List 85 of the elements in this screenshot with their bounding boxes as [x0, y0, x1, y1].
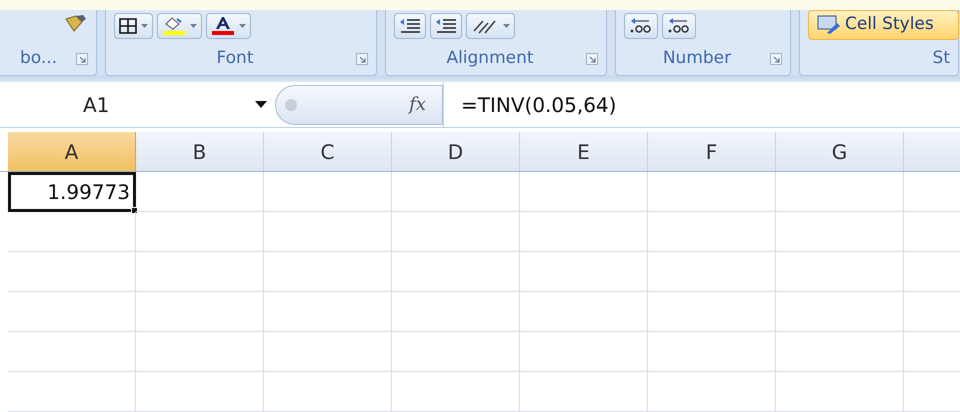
table-cell[interactable] — [648, 332, 776, 372]
table-cell[interactable] — [8, 292, 136, 332]
table-cell[interactable] — [776, 172, 904, 212]
formula-field[interactable]: =TINV(0.05,64) — [443, 82, 960, 127]
table-cell[interactable] — [392, 252, 520, 292]
caret-icon — [190, 24, 197, 28]
name-box[interactable]: A1 — [0, 82, 275, 127]
table-cell[interactable] — [136, 372, 264, 412]
table-cell[interactable] — [136, 292, 264, 332]
table-cell[interactable] — [392, 292, 520, 332]
dialog-launcher-icon[interactable] — [586, 52, 598, 64]
group-label: St — [932, 46, 950, 70]
column-header[interactable]: A — [8, 132, 136, 171]
sizing-handle-icon[interactable] — [284, 98, 298, 112]
decrease-indent-button[interactable] — [394, 13, 426, 39]
group-label: Alignment — [445, 46, 535, 70]
table-cell[interactable] — [648, 252, 776, 292]
column-header[interactable]: B — [136, 132, 264, 171]
table-cell[interactable] — [264, 212, 392, 252]
table-cell[interactable] — [776, 212, 904, 252]
group-label: bo... — [18, 46, 58, 70]
orientation-button[interactable] — [466, 13, 515, 39]
table-cell[interactable] — [392, 172, 520, 212]
table-cell[interactable] — [264, 172, 392, 212]
table-cell[interactable] — [136, 252, 264, 292]
table-cell[interactable] — [520, 212, 648, 252]
table-cell[interactable] — [648, 372, 776, 412]
fill-bucket-icon — [162, 16, 186, 36]
table-cell[interactable] — [776, 292, 904, 332]
table-cell[interactable] — [520, 172, 648, 212]
increase-decimal-button[interactable] — [624, 13, 658, 39]
table-cell[interactable] — [392, 332, 520, 372]
table-cell[interactable] — [392, 212, 520, 252]
table-cell[interactable] — [520, 252, 648, 292]
table-cell[interactable] — [136, 172, 264, 212]
column-header[interactable]: F — [648, 132, 776, 171]
group-label: Font — [215, 46, 254, 70]
table-cell[interactable] — [520, 332, 648, 372]
caret-icon — [503, 24, 510, 28]
borders-button[interactable] — [114, 13, 153, 39]
table-cell[interactable]: 1.99773 — [8, 172, 136, 212]
table-cell[interactable] — [648, 172, 776, 212]
group-label: Number — [662, 46, 732, 70]
increase-indent-button[interactable] — [430, 13, 462, 39]
borders-icon — [119, 18, 137, 34]
table-cell[interactable] — [648, 292, 776, 332]
fill-handle[interactable] — [131, 207, 138, 214]
table-cell[interactable] — [520, 372, 648, 412]
column-header[interactable]: C — [264, 132, 392, 171]
table-cell[interactable] — [8, 212, 136, 252]
dialog-launcher-icon[interactable] — [770, 52, 782, 64]
indent-icon — [435, 18, 457, 34]
table-cell[interactable] — [136, 212, 264, 252]
table-cell[interactable] — [264, 292, 392, 332]
cell-styles-button[interactable]: Cell Styles — [808, 10, 959, 40]
dropdown-arrow-icon[interactable] — [255, 101, 267, 108]
fill-color-button[interactable] — [157, 13, 202, 39]
column-header[interactable]: E — [520, 132, 648, 171]
table-cell[interactable] — [776, 252, 904, 292]
column-header[interactable]: G — [776, 132, 904, 171]
table-cell[interactable] — [392, 372, 520, 412]
table-cell[interactable] — [8, 252, 136, 292]
caret-icon — [141, 24, 148, 28]
font-color-icon — [211, 16, 235, 36]
table-cell[interactable] — [8, 372, 136, 412]
table-cell[interactable] — [8, 332, 136, 372]
decrease-decimal-button[interactable] — [662, 13, 696, 39]
table-cell[interactable] — [264, 332, 392, 372]
table-cell[interactable] — [776, 372, 904, 412]
decimal-icon — [629, 17, 653, 35]
table-cell[interactable] — [136, 332, 264, 372]
table-cell[interactable] — [264, 372, 392, 412]
decimal-icon — [667, 17, 691, 35]
table-cell[interactable] — [264, 252, 392, 292]
font-color-button[interactable] — [206, 13, 251, 39]
table-cell[interactable] — [776, 332, 904, 372]
dialog-launcher-icon[interactable] — [76, 52, 88, 64]
dialog-launcher-icon[interactable] — [356, 52, 368, 64]
styles-icon — [817, 15, 841, 35]
column-header[interactable]: D — [392, 132, 520, 171]
insert-function-button[interactable]: fx — [409, 91, 434, 118]
indent-icon — [399, 18, 421, 34]
caret-icon — [239, 24, 246, 28]
table-cell[interactable] — [648, 212, 776, 252]
table-cell[interactable] — [520, 292, 648, 332]
